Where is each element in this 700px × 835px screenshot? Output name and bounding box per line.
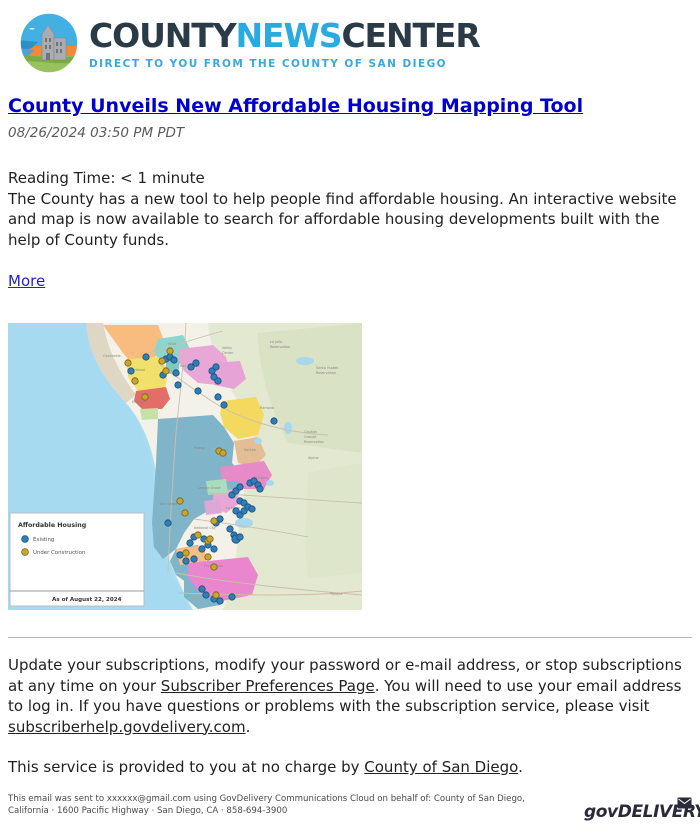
svg-text:Valley: Valley	[222, 346, 232, 350]
svg-text:Oceanside: Oceanside	[103, 354, 121, 358]
article-headline-link[interactable]: County Unveils New Affordable Housing Ma…	[8, 94, 583, 118]
brand-wordmark-block: COUNTYNEWSCENTER DIRECT TO YOU FROM THE …	[89, 15, 481, 70]
svg-text:Lemon Grove: Lemon Grove	[198, 486, 221, 490]
svg-text:Reservation: Reservation	[316, 371, 336, 375]
service-text-1: This service is provided to you at no ch…	[8, 758, 365, 776]
article-section: County Unveils New Affordable Housing Ma…	[0, 80, 700, 290]
svg-text:Vista: Vista	[168, 342, 176, 346]
subscription-text-3: .	[245, 717, 251, 736]
svg-text:Encinitas: Encinitas	[132, 400, 148, 404]
svg-text:Santa Ysabel: Santa Ysabel	[316, 366, 338, 370]
svg-text:Center: Center	[222, 351, 234, 355]
article-body: Reading Time: < 1 minute The County has …	[8, 168, 690, 250]
county-of-san-diego-link[interactable]: County of San Diego	[364, 758, 518, 776]
service-text-2: .	[518, 758, 523, 776]
svg-text:National City: National City	[194, 526, 216, 530]
govdelivery-gov: gov	[584, 802, 618, 822]
brand-wordmark: COUNTYNEWSCENTER	[89, 15, 481, 55]
map-legend: Affordable Housing Existing Under Constr…	[9, 512, 145, 607]
fineprint-line-1: This email was sent to xxxxxx@gmail.com …	[8, 794, 525, 804]
svg-text:Alpine: Alpine	[308, 456, 319, 460]
brand-tagline: DIRECT TO YOU FROM THE COUNTY OF SAN DIE…	[89, 57, 448, 70]
footer-divider	[8, 637, 692, 638]
fineprint-row: This email was sent to xxxxxx@gmail.com …	[0, 794, 700, 824]
wordmark-center: CENTER	[341, 15, 480, 55]
svg-text:Santee: Santee	[244, 448, 256, 452]
footer-section: Update your subscriptions, modify your p…	[0, 655, 700, 778]
svg-text:San Diego: San Diego	[160, 502, 177, 506]
wordmark-news: NEWS	[235, 15, 343, 55]
article-timestamp: 08/26/2024 03:50 PM PDT	[8, 125, 185, 141]
govdelivery-logo: govDELIVERY	[584, 794, 700, 824]
svg-text:Grande: Grande	[304, 435, 317, 439]
envelope-icon	[677, 794, 692, 813]
svg-text:La Jolla: La Jolla	[270, 340, 282, 344]
fineprint-line-2: California · 1600 Pacific Highway · San …	[8, 805, 288, 816]
svg-text:Reservation: Reservation	[270, 345, 290, 349]
svg-text:Under Construction: Under Construction	[33, 550, 85, 556]
svg-text:Poway: Poway	[194, 446, 205, 450]
svg-text:Reservation: Reservation	[304, 440, 324, 444]
county-seal-icon	[18, 12, 80, 74]
wordmark-county: COUNTY	[89, 15, 237, 55]
more-link[interactable]: More	[8, 272, 45, 290]
svg-text:Tijuana: Tijuana	[329, 592, 342, 596]
email-header: COUNTYNEWSCENTER DIRECT TO YOU FROM THE …	[0, 0, 700, 80]
fineprint-text: This email was sent to xxxxxx@gmail.com …	[8, 794, 525, 817]
svg-text:Ramona: Ramona	[260, 406, 274, 410]
subscriber-preferences-link[interactable]: Subscriber Preferences Page	[161, 677, 375, 695]
subscriber-help-link[interactable]: subscriberhelp.govdelivery.com	[8, 718, 246, 736]
reading-time: Reading Time: < 1 minute	[8, 169, 205, 187]
svg-text:As of August 22, 2024: As of August 22, 2024	[52, 597, 122, 603]
svg-text:Capitan: Capitan	[304, 430, 317, 434]
affordable-housing-map-image: Valley Center La Jolla Reservation Santa…	[8, 323, 362, 610]
service-paragraph: This service is provided to you at no ch…	[8, 757, 686, 778]
article-summary: The County has a new tool to help people…	[8, 189, 677, 249]
svg-text:Affordable Housing: Affordable Housing	[18, 522, 86, 529]
subscription-paragraph: Update your subscriptions, modify your p…	[8, 655, 686, 737]
svg-text:Existing: Existing	[33, 537, 54, 543]
